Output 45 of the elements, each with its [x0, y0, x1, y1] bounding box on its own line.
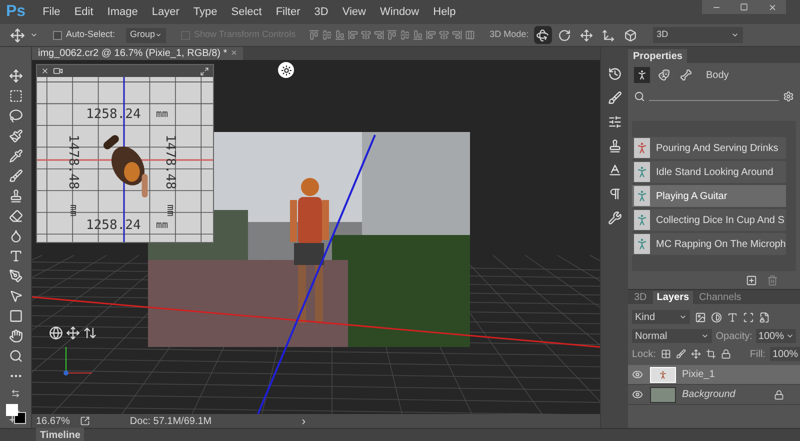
- animation-item[interactable]: Pouring And Serving Drinks: [632, 137, 786, 159]
- body-section-label: Body: [706, 68, 729, 82]
- menu-item[interactable]: Type: [186, 4, 224, 20]
- lock-label: Lock:: [632, 348, 656, 362]
- auto-select-label: Auto-Select:: [66, 28, 116, 42]
- menu-item[interactable]: View: [335, 4, 373, 20]
- 3d-mode-label: 3D Mode:: [490, 28, 529, 42]
- menu-item[interactable]: Select: [224, 4, 269, 20]
- menu-item[interactable]: 3D: [307, 4, 336, 20]
- menu-item[interactable]: Window: [373, 4, 426, 20]
- blend-mode-dropdown[interactable]: Normal: [632, 329, 712, 343]
- document-tab[interactable]: img_0062.cr2 @ 16.7% (Pixie_1, RGB/8) * ×: [32, 47, 243, 60]
- panel-tab[interactable]: 3D: [630, 291, 651, 304]
- animation-item[interactable]: Collecting Dice In Cup And S: [632, 209, 786, 231]
- 3d-workspace-dropdown[interactable]: 3D: [652, 27, 743, 43]
- opacity-field[interactable]: 100%: [756, 329, 796, 343]
- menu-item[interactable]: File: [36, 4, 68, 20]
- panel-tab[interactable]: Channels: [695, 291, 746, 304]
- layer-name: Background: [682, 388, 736, 402]
- status-menu-arrow[interactable]: ›: [302, 415, 306, 427]
- menu-item[interactable]: Filter: [268, 4, 308, 20]
- app-logo[interactable]: Ps: [6, 4, 26, 20]
- animation-item[interactable]: Idle Stand Looking Around: [632, 161, 786, 183]
- fill-field[interactable]: 100%: [770, 347, 800, 361]
- animation-item[interactable]: Playing A Guitar: [632, 185, 786, 207]
- menu-item[interactable]: Help: [426, 4, 463, 20]
- properties-tab[interactable]: Properties: [628, 49, 688, 63]
- zoom-level: 16.67%: [36, 414, 70, 428]
- document-size: Doc: 57.1M/69.1M: [130, 414, 212, 428]
- menu-item[interactable]: Image: [100, 4, 145, 20]
- layer-row[interactable]: Pixie_1: [628, 365, 800, 385]
- menu-item[interactable]: Edit: [67, 4, 100, 20]
- dimension-label: 1478.48 mm: [66, 134, 80, 216]
- group-dropdown[interactable]: Group: [126, 28, 166, 42]
- animation-item[interactable]: MC Rapping On The Microph: [632, 233, 786, 255]
- opacity-label: Opacity:: [716, 330, 752, 344]
- filter-dropdown[interactable]: Kind: [632, 310, 690, 324]
- panel-tab[interactable]: Layers: [652, 291, 694, 304]
- tab-close-button[interactable]: ×: [231, 46, 237, 61]
- layer-row[interactable]: Background: [628, 385, 800, 405]
- layer-name: Pixie_1: [682, 368, 716, 382]
- menu-item[interactable]: Layer: [144, 4, 186, 20]
- dimension-label: 1478.48 mm: [164, 134, 176, 216]
- fill-label: Fill:: [750, 348, 766, 362]
- timeline-tab[interactable]: Timeline: [36, 428, 84, 441]
